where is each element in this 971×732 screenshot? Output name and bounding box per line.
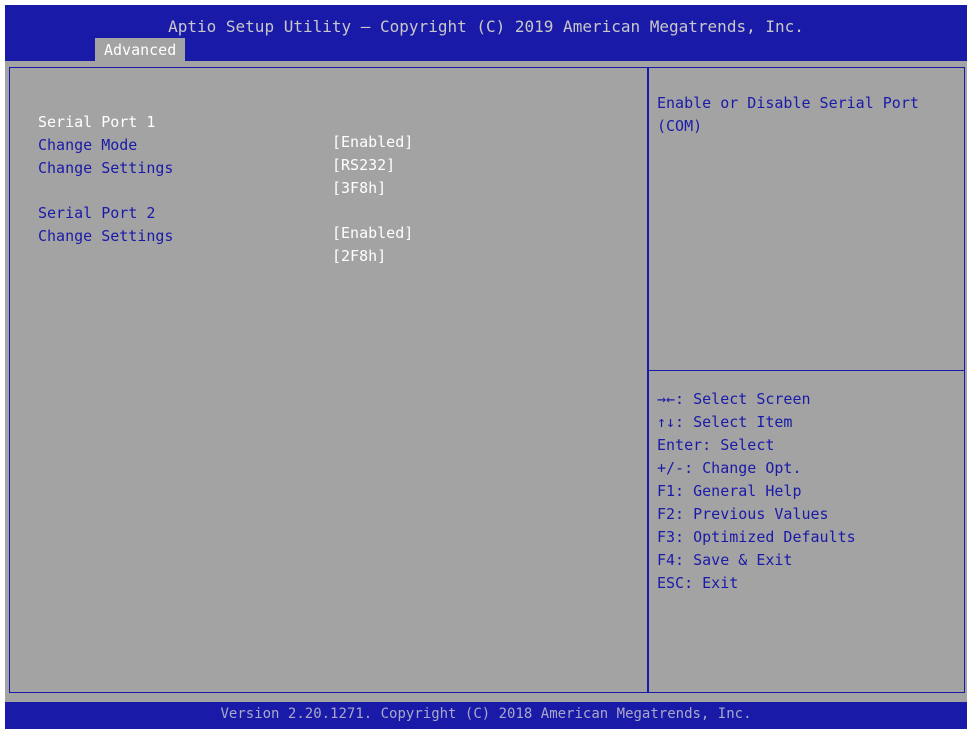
key-esc: ESC: Exit (657, 574, 739, 592)
key-enter: Enter: Select (657, 436, 775, 454)
help-text: Enable or Disable Serial Port (COM) (657, 94, 919, 135)
setting-value[interactable]: [Enabled] (332, 132, 413, 152)
key-change-opt: +/-: Change Opt. (657, 459, 802, 477)
key-select-item: ↑↓: Select Item (657, 413, 793, 431)
setting-value[interactable]: [2F8h] (332, 246, 386, 266)
settings-panel: Serial Port 1 [Enabled] Change Mode [RS2… (9, 67, 649, 693)
version-footer: Version 2.20.1271. Copyright (C) 2018 Am… (220, 706, 752, 722)
key-f4: F4: Save & Exit (657, 551, 793, 569)
help-divider (649, 370, 964, 371)
setting-value[interactable]: [Enabled] (332, 223, 413, 243)
key-f2: F2: Previous Values (657, 505, 829, 523)
key-f1: F1: General Help (657, 482, 802, 500)
setting-row-change-settings-2[interactable]: Change Settings [2F8h] (38, 206, 386, 286)
setting-value[interactable]: [3F8h] (332, 178, 386, 198)
window-title: Aptio Setup Utility – Copyright (C) 2019… (168, 17, 804, 36)
status-bar: Version 2.20.1271. Copyright (C) 2018 Am… (5, 702, 967, 729)
key-legend: →←: Select Screen ↑↓: Select Item Enter:… (657, 388, 856, 595)
help-panel: Enable or Disable Serial Port (COM) →←: … (647, 67, 965, 693)
title-bar: Aptio Setup Utility – Copyright (C) 2019… (5, 5, 967, 61)
setting-label: Change Settings (38, 159, 174, 177)
tab-advanced[interactable]: Advanced (95, 38, 186, 61)
setting-label: Change Settings (38, 227, 174, 245)
key-select-screen: →←: Select Screen (657, 390, 811, 408)
bios-screen: Aptio Setup Utility – Copyright (C) 2019… (5, 5, 967, 729)
setting-value[interactable]: [RS232] (332, 155, 395, 175)
key-f3: F3: Optimized Defaults (657, 528, 856, 546)
